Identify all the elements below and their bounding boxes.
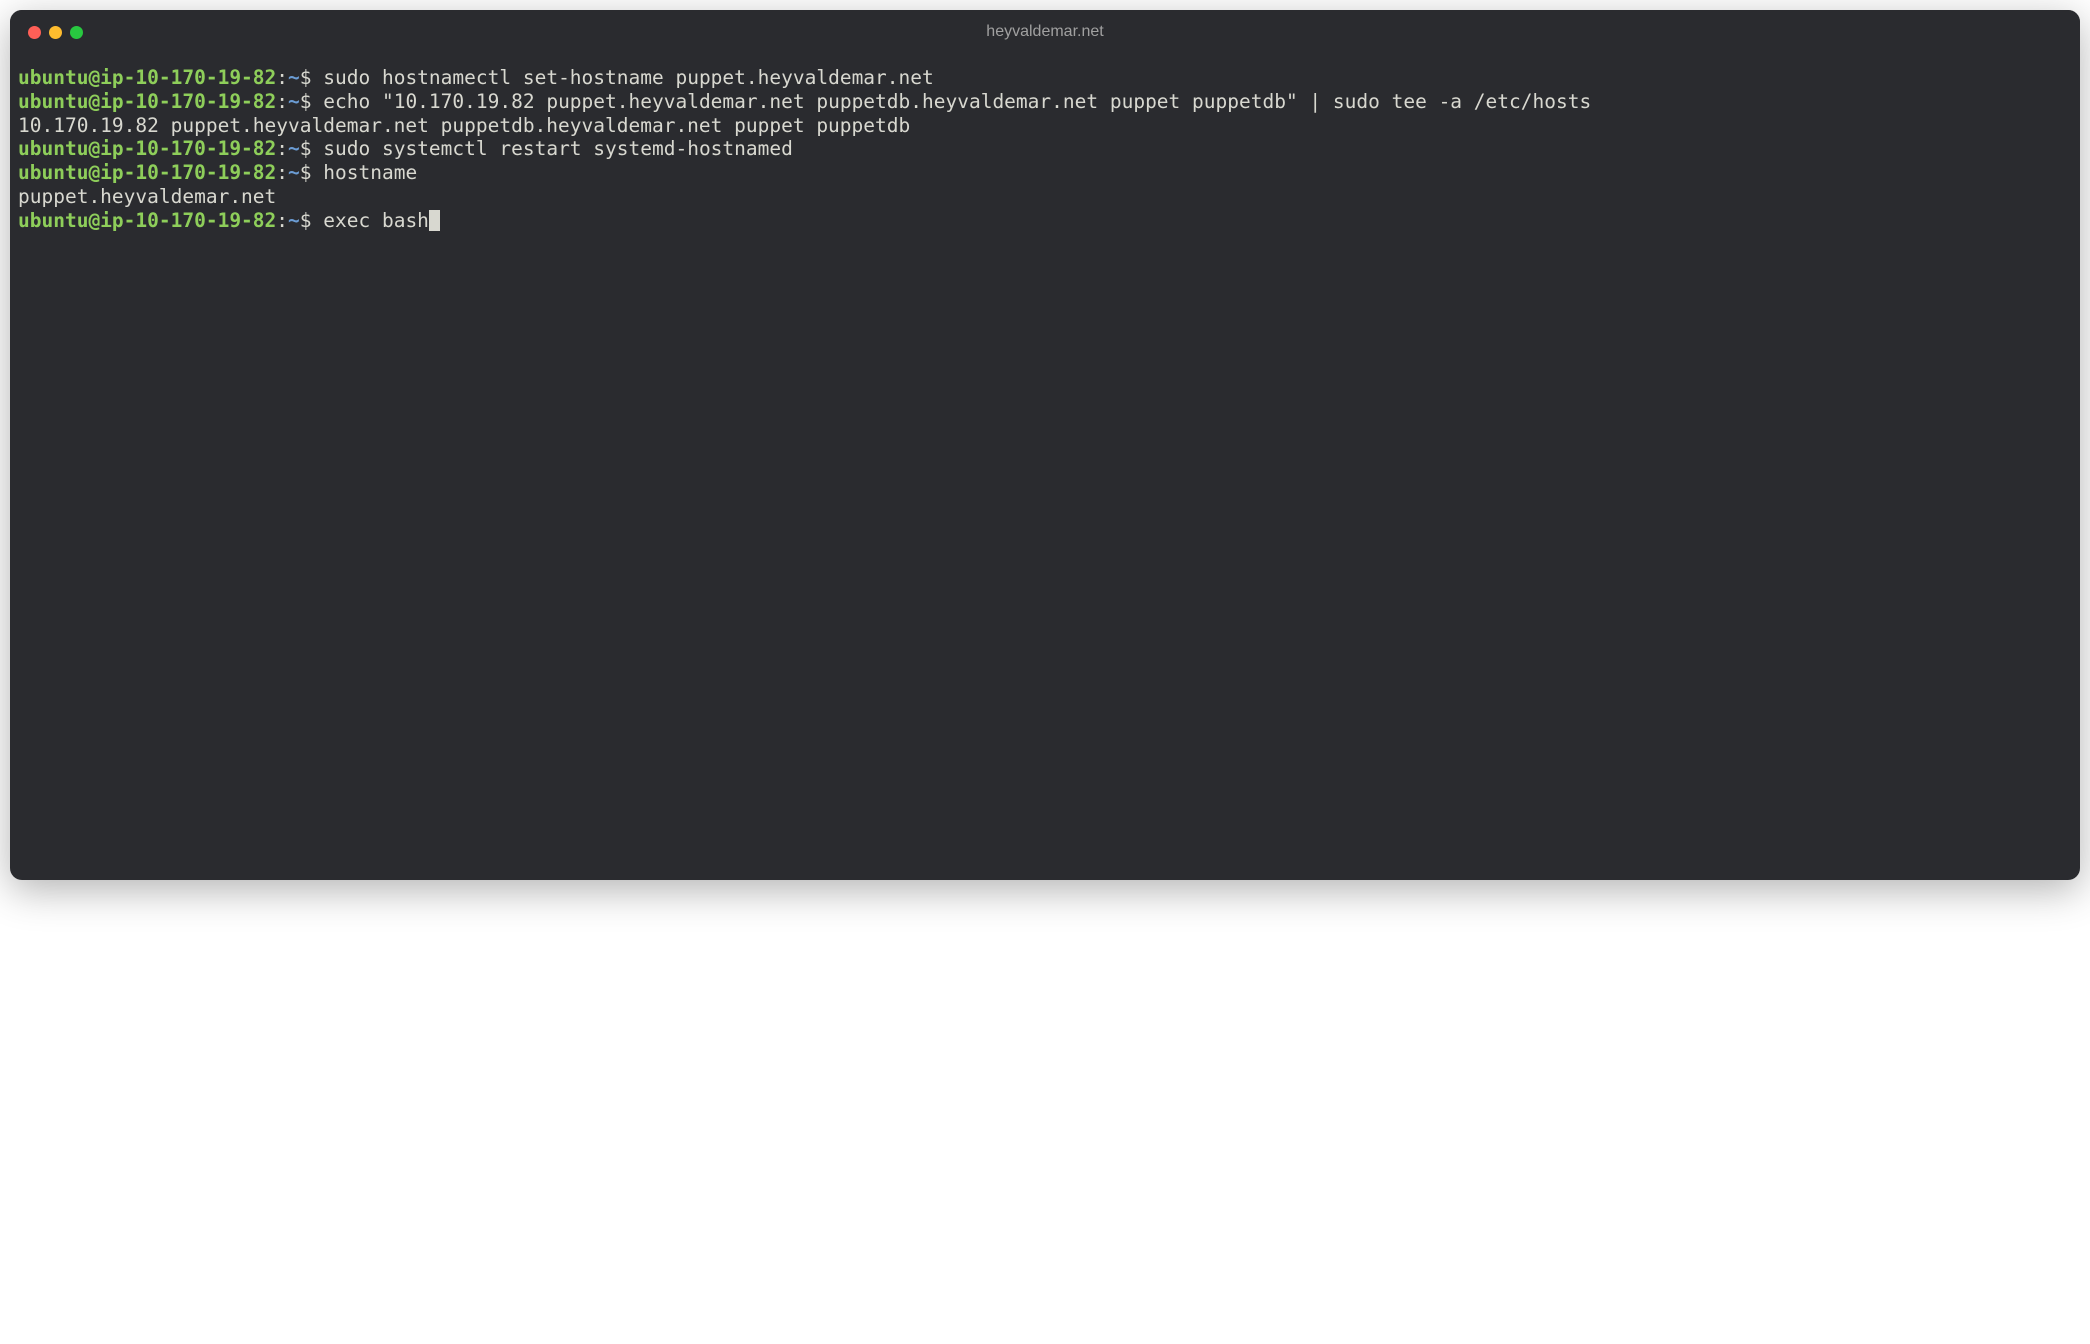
terminal-line: ubuntu@ip-10-170-19-82:~$ exec bash bbox=[18, 209, 2072, 233]
prompt-path: ~ bbox=[288, 161, 300, 184]
close-icon[interactable] bbox=[28, 26, 41, 39]
terminal-line: ubuntu@ip-10-170-19-82:~$ sudo hostnamec… bbox=[18, 66, 2072, 90]
traffic-lights bbox=[10, 26, 83, 39]
terminal-line: ubuntu@ip-10-170-19-82:~$ sudo systemctl… bbox=[18, 137, 2072, 161]
prompt-path: ~ bbox=[288, 90, 300, 113]
output-line: 10.170.19.82 puppet.heyvaldemar.net pupp… bbox=[18, 114, 2072, 138]
command-text: echo "10.170.19.82 puppet.heyvaldemar.ne… bbox=[323, 90, 1591, 113]
terminal-window: heyvaldemar.net ubuntu@ip-10-170-19-82:~… bbox=[10, 10, 2080, 880]
prompt-separator: : bbox=[276, 90, 288, 113]
prompt-dollar: $ bbox=[300, 161, 323, 184]
prompt-user: ubuntu@ip-10-170-19-82 bbox=[18, 66, 276, 89]
prompt-separator: : bbox=[276, 137, 288, 160]
prompt-user: ubuntu@ip-10-170-19-82 bbox=[18, 137, 276, 160]
prompt-path: ~ bbox=[288, 66, 300, 89]
window-title: heyvaldemar.net bbox=[986, 23, 1103, 41]
prompt-user: ubuntu@ip-10-170-19-82 bbox=[18, 209, 276, 232]
command-text: exec bash bbox=[323, 209, 429, 232]
maximize-icon[interactable] bbox=[70, 26, 83, 39]
prompt-separator: : bbox=[276, 161, 288, 184]
output-line: puppet.heyvaldemar.net bbox=[18, 185, 2072, 209]
prompt-separator: : bbox=[276, 209, 288, 232]
prompt-user: ubuntu@ip-10-170-19-82 bbox=[18, 90, 276, 113]
terminal-body[interactable]: ubuntu@ip-10-170-19-82:~$ sudo hostnamec… bbox=[10, 54, 2080, 880]
command-text: hostname bbox=[323, 161, 417, 184]
prompt-path: ~ bbox=[288, 209, 300, 232]
prompt-dollar: $ bbox=[300, 209, 323, 232]
prompt-path: ~ bbox=[288, 137, 300, 160]
cursor-icon bbox=[429, 210, 440, 231]
terminal-line: ubuntu@ip-10-170-19-82:~$ echo "10.170.1… bbox=[18, 90, 2072, 114]
minimize-icon[interactable] bbox=[49, 26, 62, 39]
prompt-user: ubuntu@ip-10-170-19-82 bbox=[18, 161, 276, 184]
command-text: sudo systemctl restart systemd-hostnamed bbox=[323, 137, 793, 160]
prompt-dollar: $ bbox=[300, 66, 323, 89]
command-text: sudo hostnamectl set-hostname puppet.hey… bbox=[323, 66, 933, 89]
prompt-dollar: $ bbox=[300, 137, 323, 160]
prompt-dollar: $ bbox=[300, 90, 323, 113]
terminal-line: ubuntu@ip-10-170-19-82:~$ hostname bbox=[18, 161, 2072, 185]
prompt-separator: : bbox=[276, 66, 288, 89]
title-bar: heyvaldemar.net bbox=[10, 10, 2080, 54]
